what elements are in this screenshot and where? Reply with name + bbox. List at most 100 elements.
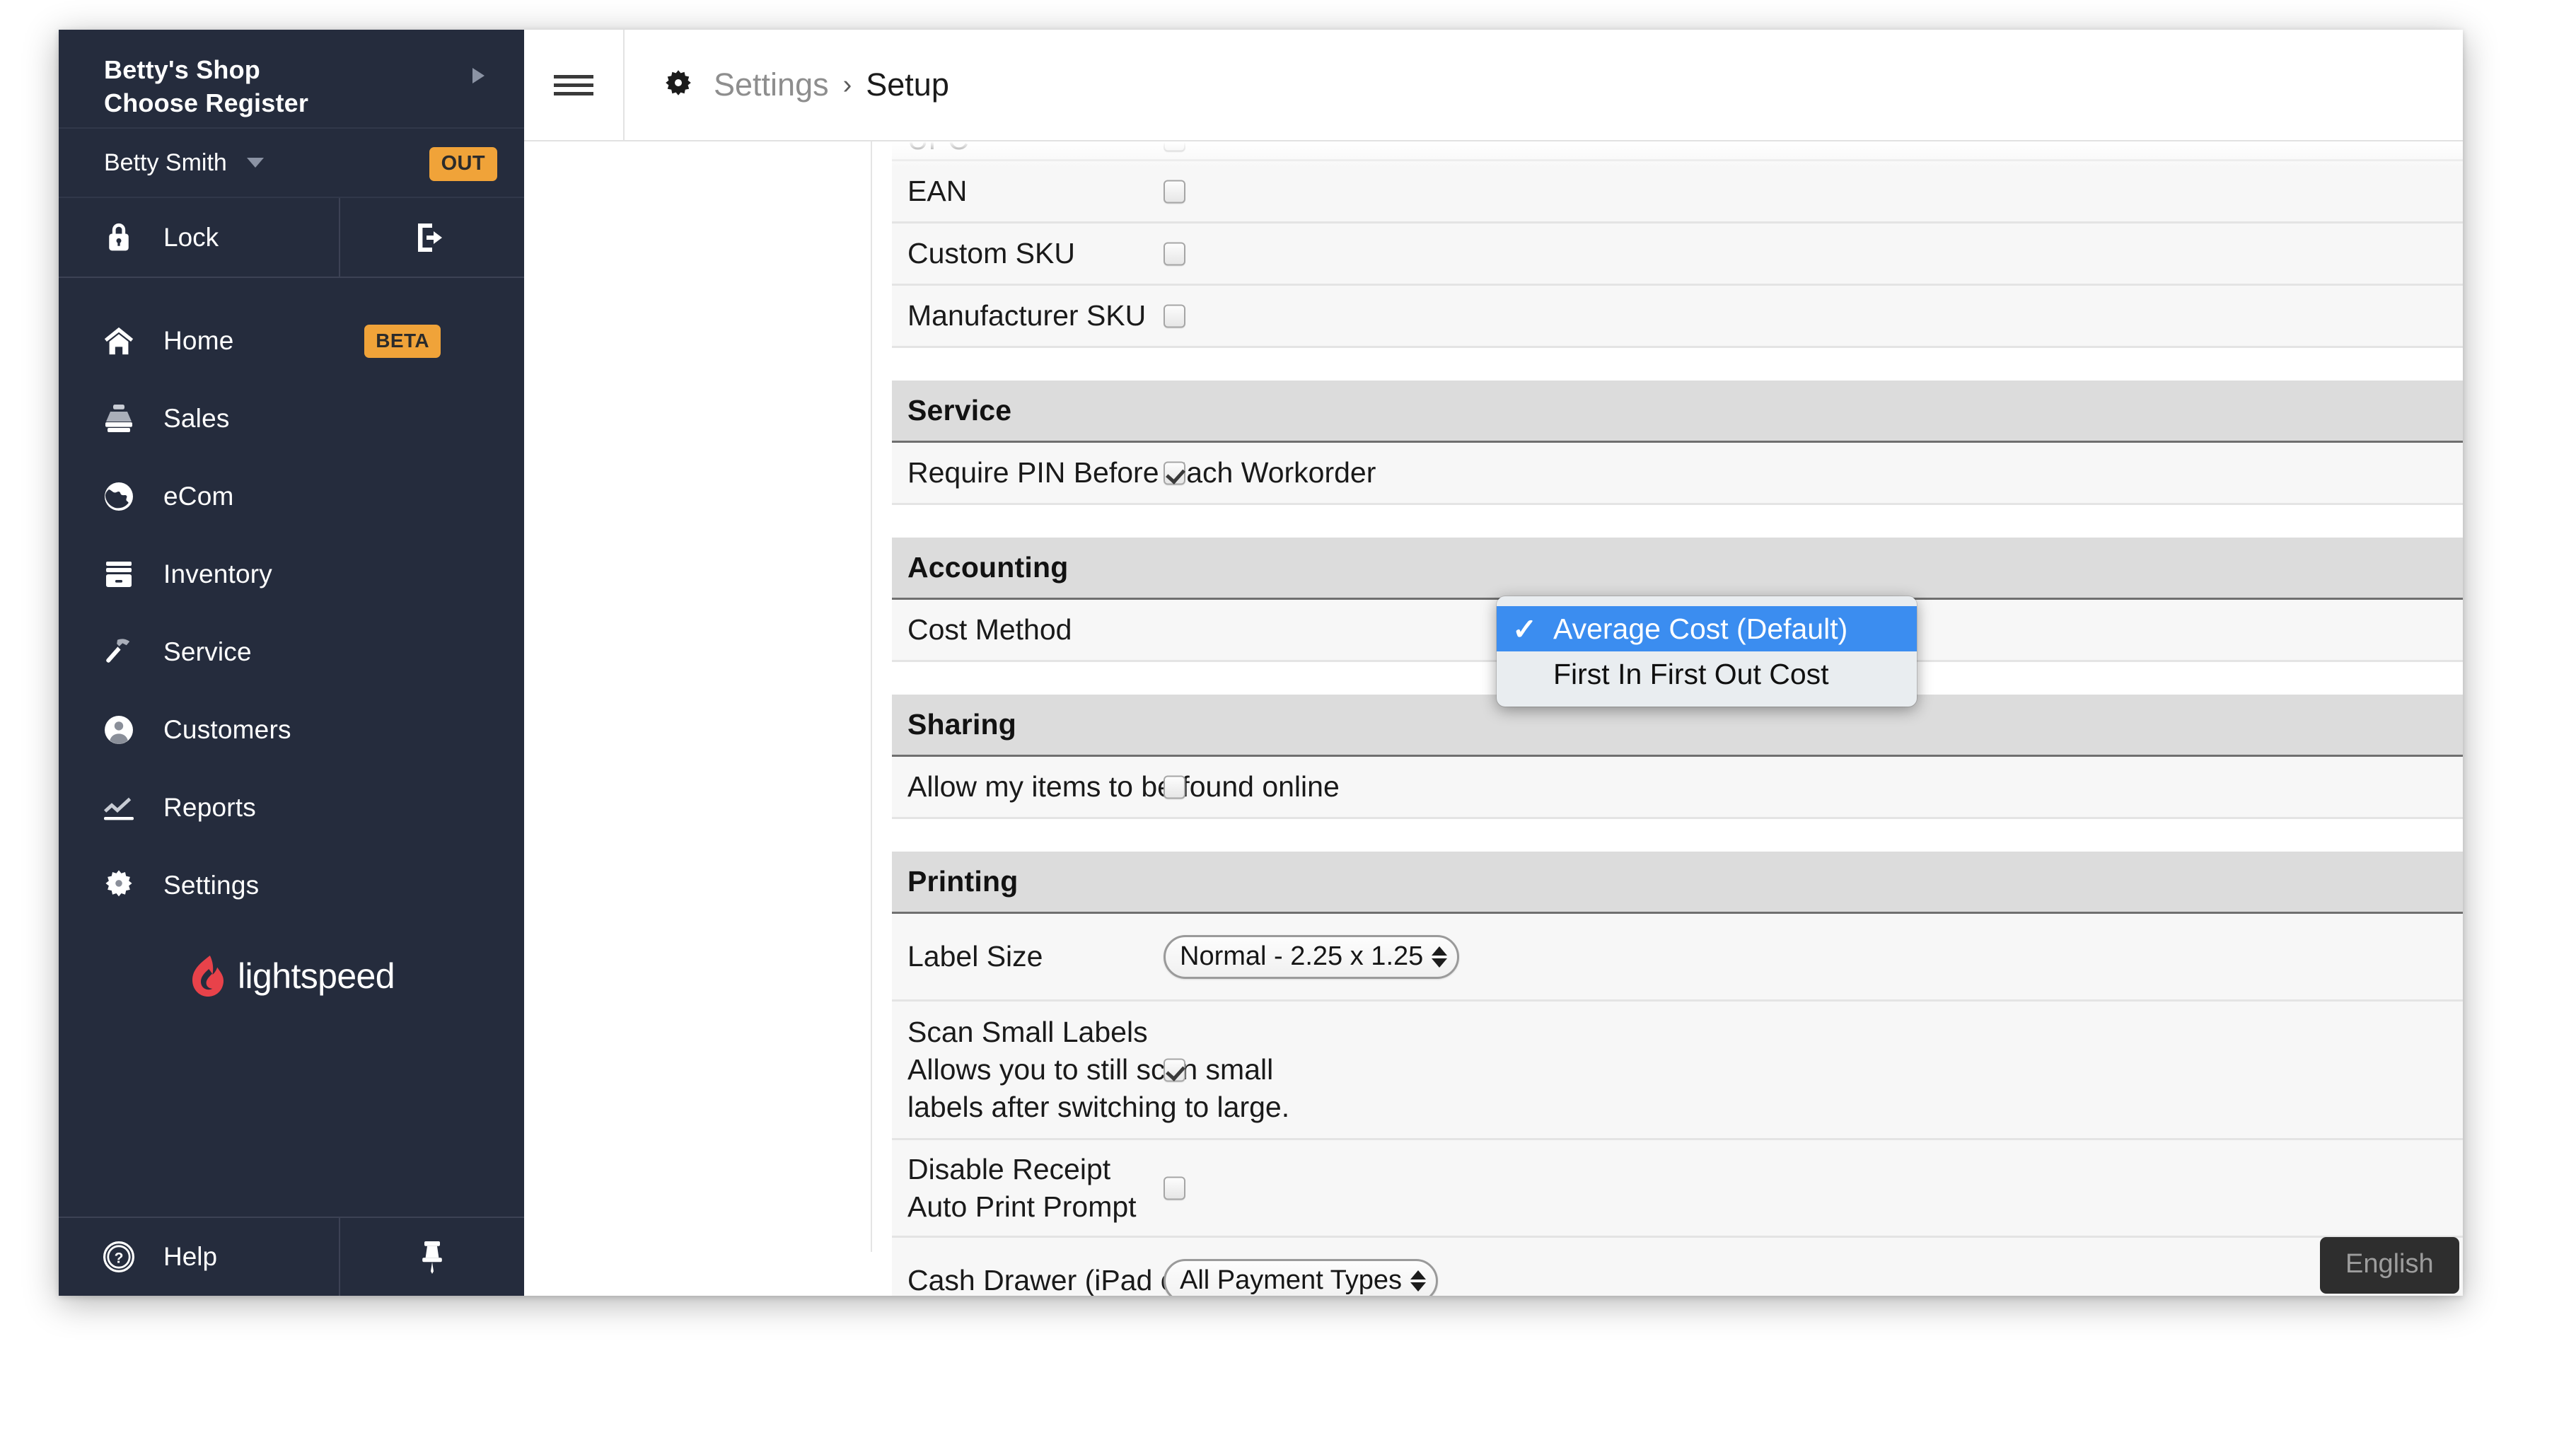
row-control[interactable] [1164,461,1185,484]
section-title: Service [907,394,1012,426]
cost-method-dropdown[interactable]: ✓ Average Cost (Default) First In First … [1497,596,1917,707]
gear-icon [100,868,138,903]
row-control[interactable] [1164,304,1185,327]
breadcrumb: Settings › Setup [625,66,949,103]
table-row[interactable]: UPC [892,141,2463,161]
chevron-right-icon [472,68,485,83]
user-name: Betty Smith [104,149,227,176]
menu-toggle-button[interactable] [524,30,625,140]
table-row[interactable]: Custom SKU [892,224,2463,286]
row-control[interactable] [1164,775,1185,799]
sidebar-item-label: Reports [163,793,256,822]
gear-icon [661,68,695,102]
row-control[interactable] [1164,1058,1185,1081]
hamburger-line [554,91,593,95]
browser-window: Betty's Shop Choose Register Betty Smith… [59,30,2463,1296]
content-area: UPC EAN Custom SKU [524,141,2463,1296]
printing-section: Printing Label Size Normal - 2.25 x 1.25 [892,852,2463,1296]
table-row[interactable]: Cash Drawer (iPad only) All Payment Type… [892,1238,2463,1296]
pin-sidebar-button[interactable] [340,1218,524,1296]
row-label: Allow my items to be found online [907,770,1340,803]
row-label-line3: labels after switching to large. [907,1091,1290,1123]
cash-drawer-select[interactable]: All Payment Types [1164,1258,1439,1296]
table-row[interactable]: Allow my items to be found online [892,757,2463,819]
section-gap [892,348,2463,381]
sidebar-item-label: Settings [163,871,260,900]
table-row[interactable]: Scan Small Labels Allows you to still sc… [892,1002,2463,1140]
row-label: Custom SKU [907,237,1075,269]
sidebar-item-settings[interactable]: Settings [59,847,524,924]
row-label: Disable Receipt Auto Print Prompt [907,1151,1137,1226]
dropdown-option-average-cost[interactable]: ✓ Average Cost (Default) [1497,606,1917,651]
lightspeed-flame-icon [188,954,228,998]
row-control[interactable] [1164,141,1185,151]
lock-icon [100,220,138,255]
sidebar-item-reports[interactable]: Reports [59,769,524,847]
row-control[interactable] [1164,1176,1185,1200]
checkbox-custom-sku[interactable] [1164,242,1185,265]
settings-panel: UPC EAN Custom SKU [892,141,2463,1296]
row-label-line1: Scan Small Labels [907,1016,1148,1048]
row-label: Label Size [907,940,1043,973]
table-row[interactable]: Manufacturer SKU [892,286,2463,348]
checkbox-require-pin[interactable] [1164,461,1185,484]
row-control[interactable]: Normal - 2.25 x 1.25 [1164,934,1460,979]
shop-selector[interactable]: Betty's Shop Choose Register [59,30,524,129]
section-header: Service [892,381,2463,443]
sidebar-item-customers[interactable]: Customers [59,691,524,769]
row-control[interactable]: All Payment Types [1164,1258,1439,1296]
logout-button[interactable] [340,198,524,277]
clock-status-badge[interactable]: OUT [429,147,497,181]
sidebar-item-inventory[interactable]: Inventory [59,535,524,613]
breadcrumb-parent[interactable]: Settings [714,66,829,103]
row-label: Cost Method [907,613,1072,646]
checkbox-allow-items-online[interactable] [1164,775,1185,799]
page-title: Setup [866,66,949,103]
person-icon [100,713,138,747]
label-size-select[interactable]: Normal - 2.25 x 1.25 [1164,934,1460,979]
sidebar-item-label: eCom [163,482,234,511]
dropdown-option-label: First In First Out Cost [1553,657,1829,690]
row-label: Scan Small Labels Allows you to still sc… [907,1014,1289,1126]
register-icon [100,402,138,436]
row-control[interactable] [1164,242,1185,265]
hamburger-line [554,83,593,87]
screenshot-root: Betty's Shop Choose Register Betty Smith… [0,0,2576,1445]
row-control[interactable] [1164,180,1185,203]
table-row[interactable]: Label Size Normal - 2.25 x 1.25 [892,914,2463,1002]
sidebar-item-home[interactable]: Home BETA [59,302,524,380]
checkbox-scan-small-labels[interactable] [1164,1058,1185,1081]
section-gap [892,505,2463,538]
top-bar: Settings › Setup [524,30,2463,141]
language-badge[interactable]: English [2320,1237,2459,1294]
sidebar-item-sales[interactable]: Sales [59,380,524,458]
hamburger-line [554,74,593,79]
table-row[interactable]: Disable Receipt Auto Print Prompt [892,1140,2463,1238]
label-size-value: Normal - 2.25 x 1.25 [1180,941,1424,971]
checkbox-ean[interactable] [1164,180,1185,203]
row-label-line2: Allows you to still scan small [907,1053,1274,1086]
row-label: Require PIN Before Each Workorder [907,456,1376,489]
row-label-line1: Disable Receipt [907,1152,1111,1185]
sidebar-item-ecom[interactable]: eCom [59,458,524,535]
help-button[interactable]: ? Help [59,1218,340,1296]
table-row[interactable]: Require PIN Before Each Workorder [892,443,2463,505]
row-label: Manufacturer SKU [907,299,1147,332]
sidebar-item-label: Inventory [163,559,272,588]
sharing-section: Sharing Allow my items to be found onlin… [892,695,2463,819]
lightspeed-logo: lightspeed [59,954,524,998]
stepper-arrows-icon [1432,946,1448,968]
sidebar-item-label: Customers [163,715,291,744]
lock-label: Lock [163,222,219,252]
user-menu[interactable]: Betty Smith OUT [59,129,524,198]
help-pin-row: ? Help [59,1217,524,1296]
dropdown-option-fifo-cost[interactable]: First In First Out Cost [1497,651,1917,697]
checkbox-manufacturer-sku[interactable] [1164,304,1185,327]
beta-badge: BETA [364,325,441,358]
table-row[interactable]: EAN [892,161,2463,224]
checkbox-upc[interactable] [1164,141,1185,151]
lock-logout-row: Lock [59,198,524,278]
lock-button[interactable]: Lock [59,198,340,277]
checkbox-disable-receipt-auto-print[interactable] [1164,1176,1185,1200]
sidebar-item-service[interactable]: Service [59,613,524,691]
